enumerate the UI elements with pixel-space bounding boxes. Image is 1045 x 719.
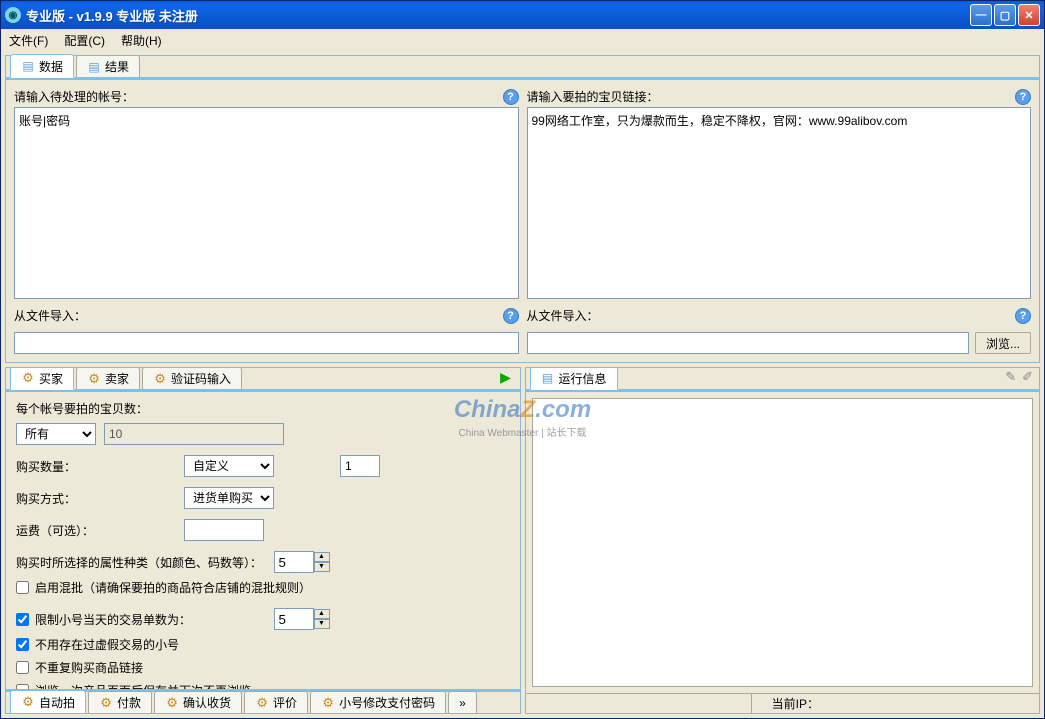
menu-config[interactable]: 配置(C) <box>64 32 105 49</box>
gear-icon: ⚙ <box>21 371 35 385</box>
top-two-col: 请输入待处理的帐号： ? 账号|密码 从文件导入： ? 请输入要拍的宝贝链接： <box>6 80 1039 362</box>
gear-icon: ⚙ <box>321 696 335 710</box>
run-panel: ▤ 运行信息 ✎ ✐ 当前IP： <box>525 367 1041 714</box>
tab-captcha[interactable]: ⚙ 验证码输入 <box>142 367 242 389</box>
items-number <box>104 423 284 445</box>
import-links-label: 从文件导入： <box>527 307 1016 324</box>
ship-input[interactable] <box>184 519 264 541</box>
gear-icon: ⚙ <box>99 696 113 710</box>
qty-number[interactable] <box>340 455 380 477</box>
help-icon[interactable]: ? <box>503 308 519 324</box>
links-textarea[interactable]: 99网络工作室，只为爆款而生，稳定不降权，官网：www.99alibov.com <box>527 107 1032 299</box>
gear-icon: ⚙ <box>165 696 179 710</box>
gear-icon: ⚙ <box>153 372 167 386</box>
menu-file[interactable]: 文件(F) <box>9 32 48 49</box>
attr-label: 购买时所选择的属性种类（如颜色、码数等）： <box>16 554 262 571</box>
gear-icon: ⚙ <box>255 696 269 710</box>
import-accounts-label: 从文件导入： <box>14 307 503 324</box>
close-button[interactable]: ✕ <box>1018 4 1040 26</box>
cb-norepeat-label: 不重复购买商品链接 <box>35 659 143 676</box>
cb-mixed-label: 启用混批（请确保要拍的商品符合店铺的混批规则） <box>35 579 311 596</box>
tab-result[interactable]: ▤ 结果 <box>76 55 140 77</box>
links-col: 请输入要拍的宝贝链接： ? 99网络工作室，只为爆款而生，稳定不降权，官网：ww… <box>527 88 1032 354</box>
tab-pay[interactable]: ⚙付款 <box>88 691 152 713</box>
action-tabbar: ⚙自动拍 ⚙付款 ⚙确认收货 ⚙评价 ⚙小号修改支付密码 » <box>6 689 520 713</box>
top-tabbar: ▤ 数据 ▤ 结果 <box>6 56 1039 80</box>
help-icon[interactable]: ? <box>1015 89 1031 105</box>
gear-icon: ⚙ <box>21 695 35 709</box>
cb-limit-label: 限制小号当天的交易单数为： <box>35 611 191 628</box>
top-pane: ▤ 数据 ▤ 结果 请输入待处理的帐号： ? 账号|密码 从文件导入： <box>5 55 1040 363</box>
limit-spinner[interactable]: ▲▼ <box>274 608 330 630</box>
settings-tabbar: ⚙ 买家 ⚙ 卖家 ⚙ 验证码输入 ▶ <box>6 368 520 392</box>
play-icon[interactable]: ▶ <box>498 369 514 385</box>
gear-icon: ⚙ <box>87 372 101 386</box>
tab-auto[interactable]: ⚙自动拍 <box>10 690 86 714</box>
help-icon[interactable]: ? <box>1015 308 1031 324</box>
titlebar: ◉ 专业版 - v1.9.9 专业版 未注册 — ▢ ✕ <box>1 1 1044 29</box>
content: ▤ 数据 ▤ 结果 请输入待处理的帐号： ? 账号|密码 从文件导入： <box>1 51 1044 718</box>
cb-limit[interactable] <box>16 613 29 626</box>
statusbar: 当前IP： <box>526 693 1040 713</box>
cb-browse-label: 浏览一次产品页面后保存并下次不再浏览 <box>35 682 251 689</box>
tab-seller[interactable]: ⚙ 卖家 <box>76 367 140 389</box>
cb-norepeat[interactable] <box>16 661 29 674</box>
items-label: 每个帐号要拍的宝贝数： <box>16 400 510 417</box>
help-icon[interactable]: ? <box>503 89 519 105</box>
run-tabbar: ▤ 运行信息 ✎ ✐ <box>526 368 1040 392</box>
browse-links-button[interactable]: 浏览... <box>975 332 1031 354</box>
tab-data[interactable]: ▤ 数据 <box>10 54 74 78</box>
items-select[interactable]: 所有 <box>16 423 96 445</box>
accounts-label: 请输入待处理的帐号： <box>14 88 503 105</box>
window-title: 专业版 - v1.9.9 专业版 未注册 <box>26 6 970 25</box>
import-accounts-input[interactable] <box>14 332 519 354</box>
settings-panel: ⚙ 买家 ⚙ 卖家 ⚙ 验证码输入 ▶ 每个帐号要拍的宝贝数： <box>5 367 521 714</box>
tab-review[interactable]: ⚙评价 <box>244 691 308 713</box>
tab-more[interactable]: » <box>448 691 477 713</box>
buyer-form: 每个帐号要拍的宝贝数： 所有 购买数量： 自定义 购买方式： 进货单购买 <box>6 392 520 689</box>
qty-select[interactable]: 自定义 <box>184 455 274 477</box>
qty-label: 购买数量： <box>16 458 176 475</box>
main-window: ◉ 专业版 - v1.9.9 专业版 未注册 — ▢ ✕ 文件(F) 配置(C)… <box>0 0 1045 719</box>
data-icon: ▤ <box>21 59 35 73</box>
menu-help[interactable]: 帮助(H) <box>121 32 162 49</box>
maximize-button[interactable]: ▢ <box>994 4 1016 26</box>
pencil-icon[interactable]: ✎ <box>1005 369 1016 385</box>
note-icon[interactable]: ✐ <box>1022 369 1033 385</box>
import-links-input[interactable] <box>527 332 969 354</box>
links-label: 请输入要拍的宝贝链接： <box>527 88 1016 105</box>
tab-buyer[interactable]: ⚙ 买家 <box>10 367 74 390</box>
doc-icon: ▤ <box>541 371 555 385</box>
menubar: 文件(F) 配置(C) 帮助(H) <box>1 29 1044 51</box>
cb-nofake-label: 不用存在过虚假交易的小号 <box>35 636 179 653</box>
window-controls: — ▢ ✕ <box>970 4 1040 26</box>
tab-runinfo[interactable]: ▤ 运行信息 <box>530 367 618 390</box>
ship-label: 运费（可选）： <box>16 522 176 539</box>
tab-confirm[interactable]: ⚙确认收货 <box>154 691 242 713</box>
status-ip: 当前IP： <box>751 694 839 713</box>
accounts-col: 请输入待处理的帐号： ? 账号|密码 从文件导入： ? <box>14 88 519 354</box>
method-label: 购买方式： <box>16 490 176 507</box>
cb-mixed[interactable] <box>16 581 29 594</box>
accounts-textarea[interactable]: 账号|密码 <box>14 107 519 299</box>
run-output <box>532 398 1034 687</box>
cb-nofake[interactable] <box>16 638 29 651</box>
result-icon: ▤ <box>87 60 101 74</box>
attr-spinner[interactable]: ▲▼ <box>274 551 330 573</box>
app-icon: ◉ <box>5 7 21 23</box>
tab-changepw[interactable]: ⚙小号修改支付密码 <box>310 691 446 713</box>
minimize-button[interactable]: — <box>970 4 992 26</box>
bottom-pane: ⚙ 买家 ⚙ 卖家 ⚙ 验证码输入 ▶ 每个帐号要拍的宝贝数： <box>5 367 1040 714</box>
method-select[interactable]: 进货单购买 <box>184 487 274 509</box>
